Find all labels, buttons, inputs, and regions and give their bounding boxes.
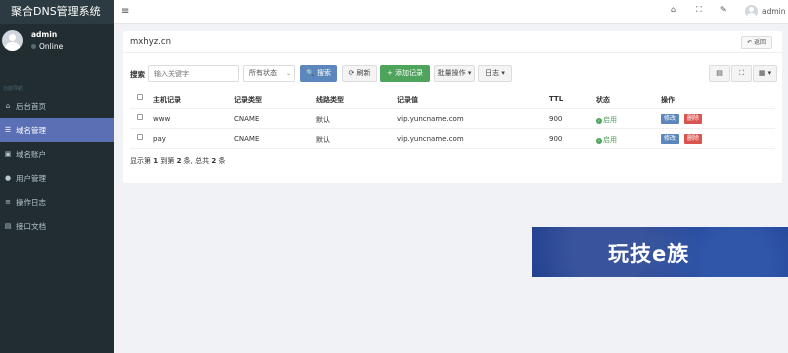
sidebar-item-accounts[interactable]: ▣ 域名账户: [0, 142, 114, 166]
list-icon: ☰: [4, 126, 12, 134]
search-input[interactable]: [148, 65, 239, 82]
user-status-text: Online: [39, 42, 64, 51]
doc-icon: ▤: [4, 222, 12, 230]
status-dot-icon: [31, 44, 36, 49]
check-circle-icon: ✓: [596, 118, 602, 124]
wrench-icon[interactable]: ✎: [720, 5, 727, 14]
delete-button[interactable]: 删除: [684, 134, 703, 144]
pagination-text: 到第: [158, 157, 177, 165]
cell-ttl: 900: [549, 135, 563, 143]
cell-host: www: [153, 115, 171, 123]
column-header-actions: 操作: [661, 96, 675, 104]
back-button[interactable]: ↶ 返回: [741, 36, 772, 49]
columns-toggle-icon[interactable]: ▦ ▾: [753, 65, 777, 82]
column-header-host[interactable]: 主机记录: [153, 95, 181, 105]
home-icon: ⌂: [5, 102, 11, 110]
status-select[interactable]: 所有状态 ⌄: [243, 65, 295, 82]
app-title[interactable]: 聚合DNS管理系统: [0, 0, 114, 24]
fullscreen-icon[interactable]: ⛶: [731, 65, 752, 82]
sidebar-item-label: 操作日志: [16, 197, 46, 207]
search-label: 搜索: [130, 70, 145, 79]
status-badge[interactable]: ✓ 启用: [596, 115, 617, 125]
domain-records-panel: mxhyz.cn ↶ 返回 搜索 所有状态 ⌄ 🔍 搜索 ⟳ 刷新 + 添加记录…: [123, 31, 782, 183]
column-header-line[interactable]: 线路类型: [316, 95, 344, 105]
topbar: ≡ ⌂ ⛶ ✎ admin: [114, 0, 788, 24]
sidebar-item-label: 域名账户: [16, 149, 46, 159]
avatar[interactable]: [745, 5, 758, 18]
status-text: 启用: [603, 116, 617, 124]
edit-button[interactable]: 修改: [661, 134, 680, 144]
check-circle-icon: ✓: [596, 138, 602, 144]
row-checkbox[interactable]: [137, 114, 143, 120]
sidebar-item-label: 接口文档: [16, 221, 46, 231]
sidebar-item-api-docs[interactable]: ▤ 接口文档: [0, 214, 114, 238]
select-all-checkbox[interactable]: [137, 94, 143, 100]
avatar: [2, 30, 23, 51]
sidebar-item-label: 用户管理: [16, 173, 46, 183]
cell-value: vip.yuncname.com: [397, 115, 464, 123]
menu-header: 功能导航: [3, 86, 24, 92]
cell-line: 默认: [316, 136, 330, 144]
sidebar-item-logs[interactable]: ≡ 操作日志: [0, 190, 114, 214]
watermark-text: 玩技e族: [608, 242, 690, 266]
sidebar-item-home[interactable]: ⌂ 后台首页: [0, 94, 114, 118]
cell-type: CNAME: [234, 115, 260, 123]
log-icon: ≡: [5, 198, 11, 206]
table-view-icon[interactable]: ▤: [709, 65, 730, 82]
pagination-text: 条: [216, 157, 226, 165]
sidebar: 聚合DNS管理系统 admin Online 功能导航 ⌂ 后台首页 ☰ 域名管…: [0, 0, 114, 353]
pagination-info: 显示第 1 到第 2 条, 总共 2 条: [130, 156, 225, 166]
user-name: admin: [31, 30, 58, 39]
panel-heading: mxhyz.cn ↶ 返回: [123, 31, 782, 53]
add-record-button[interactable]: + 添加记录: [380, 65, 430, 82]
user-icon: ●: [4, 174, 12, 182]
menu-toggle-icon[interactable]: ≡: [121, 6, 129, 17]
fullscreen-icon[interactable]: ⛶: [696, 5, 702, 15]
home-icon[interactable]: ⌂: [671, 5, 676, 14]
cell-type: CNAME: [234, 135, 260, 143]
table-header-row: 主机记录 记录类型 线路类型 记录值 TTL 状态 操作: [130, 89, 775, 109]
user-panel: admin Online: [0, 24, 114, 60]
pagination-text: 显示第: [130, 157, 154, 165]
batch-actions-button[interactable]: 批量操作 ▾: [434, 65, 475, 82]
table-row[interactable]: www CNAME 默认 vip.yuncname.com 900 ✓ 启用 修改…: [130, 109, 775, 129]
status-badge[interactable]: ✓ 启用: [596, 135, 617, 145]
row-checkbox[interactable]: [137, 134, 143, 140]
status-select-value: 所有状态: [249, 69, 277, 77]
edit-button[interactable]: 修改: [661, 114, 680, 124]
page-title: mxhyz.cn: [130, 37, 171, 47]
column-header-status[interactable]: 状态: [596, 95, 610, 105]
refresh-button[interactable]: ⟳ 刷新: [342, 65, 377, 82]
chevron-down-icon: ⌄: [285, 70, 291, 77]
cell-line: 默认: [316, 116, 330, 124]
status-text: 启用: [603, 136, 617, 144]
delete-button[interactable]: 删除: [684, 114, 703, 124]
sidebar-item-label: 域名管理: [16, 125, 46, 135]
sidebar-item-label: 后台首页: [16, 101, 46, 111]
table-row[interactable]: pay CNAME 默认 vip.yuncname.com 900 ✓ 启用 修改…: [130, 129, 775, 149]
toolbar: 搜索 所有状态 ⌄ 🔍 搜索 ⟳ 刷新 + 添加记录 批量操作 ▾ 日志 ▾ ▤…: [130, 64, 777, 83]
search-button[interactable]: 🔍 搜索: [300, 65, 337, 82]
column-header-value[interactable]: 记录值: [397, 95, 418, 105]
cell-value: vip.yuncname.com: [397, 135, 464, 143]
cell-host: pay: [153, 135, 166, 143]
sidebar-item-domains[interactable]: ☰ 域名管理: [0, 118, 114, 142]
user-status: Online: [31, 42, 63, 51]
records-table: 主机记录 记录类型 线路类型 记录值 TTL 状态 操作 www CNAME 默…: [130, 89, 775, 149]
cell-ttl: 900: [549, 115, 563, 123]
column-header-ttl[interactable]: TTL: [549, 95, 563, 103]
watermark-banner: 玩技e族: [532, 227, 788, 277]
sidebar-item-users[interactable]: ● 用户管理: [0, 166, 114, 190]
column-header-type[interactable]: 记录类型: [234, 95, 262, 105]
log-dropdown-button[interactable]: 日志 ▾: [478, 65, 512, 82]
lock-icon: ▣: [4, 150, 12, 158]
topbar-username[interactable]: admin: [762, 7, 786, 16]
pagination-text: 条, 总共: [181, 157, 212, 165]
